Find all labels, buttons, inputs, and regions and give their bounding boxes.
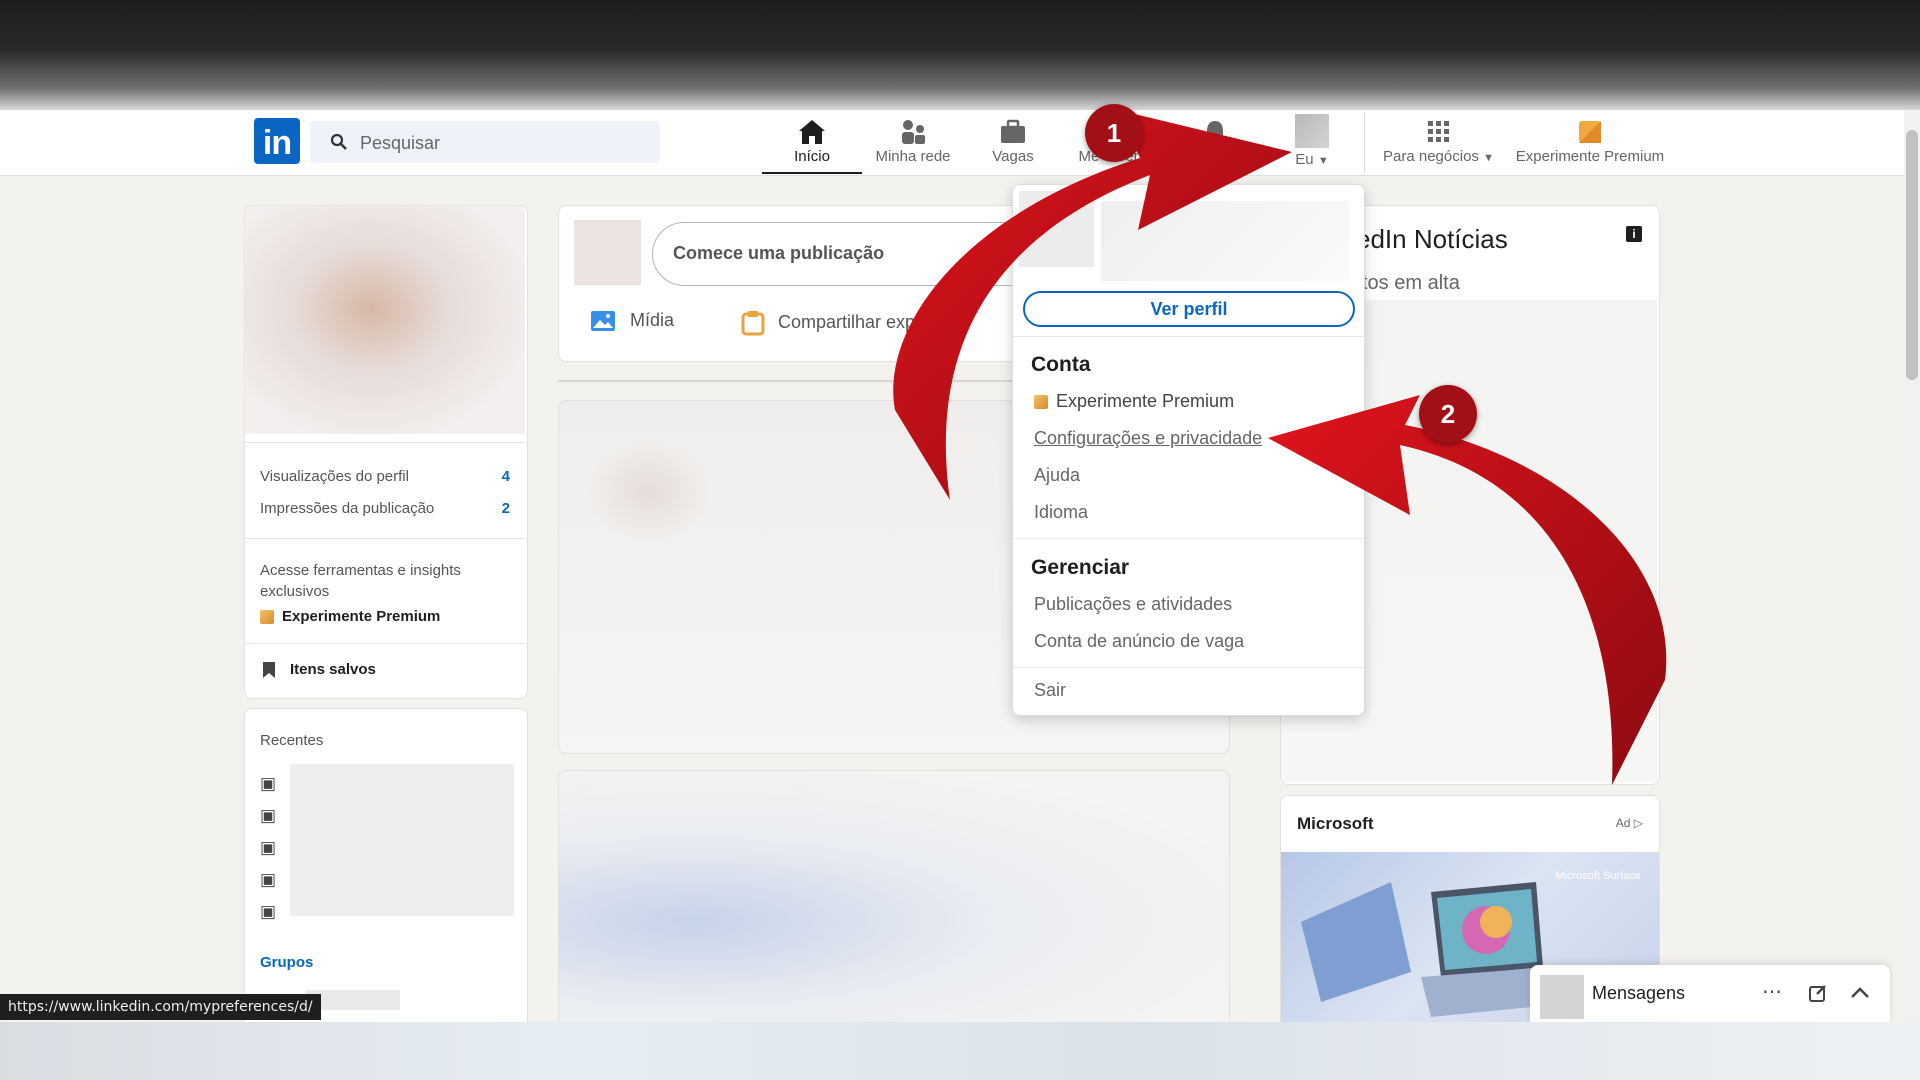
annotation-badge-1: 1 [1085,104,1143,162]
annotation-badge-2: 2 [1419,385,1477,443]
blurred-taskbar [0,1022,1920,1080]
arrow-2 [1268,395,1667,785]
status-bar-url: https://www.linkedin.com/mypreferences/d… [0,994,321,1020]
annotation-arrows [893,110,1667,785]
arrow-1 [893,110,1292,500]
